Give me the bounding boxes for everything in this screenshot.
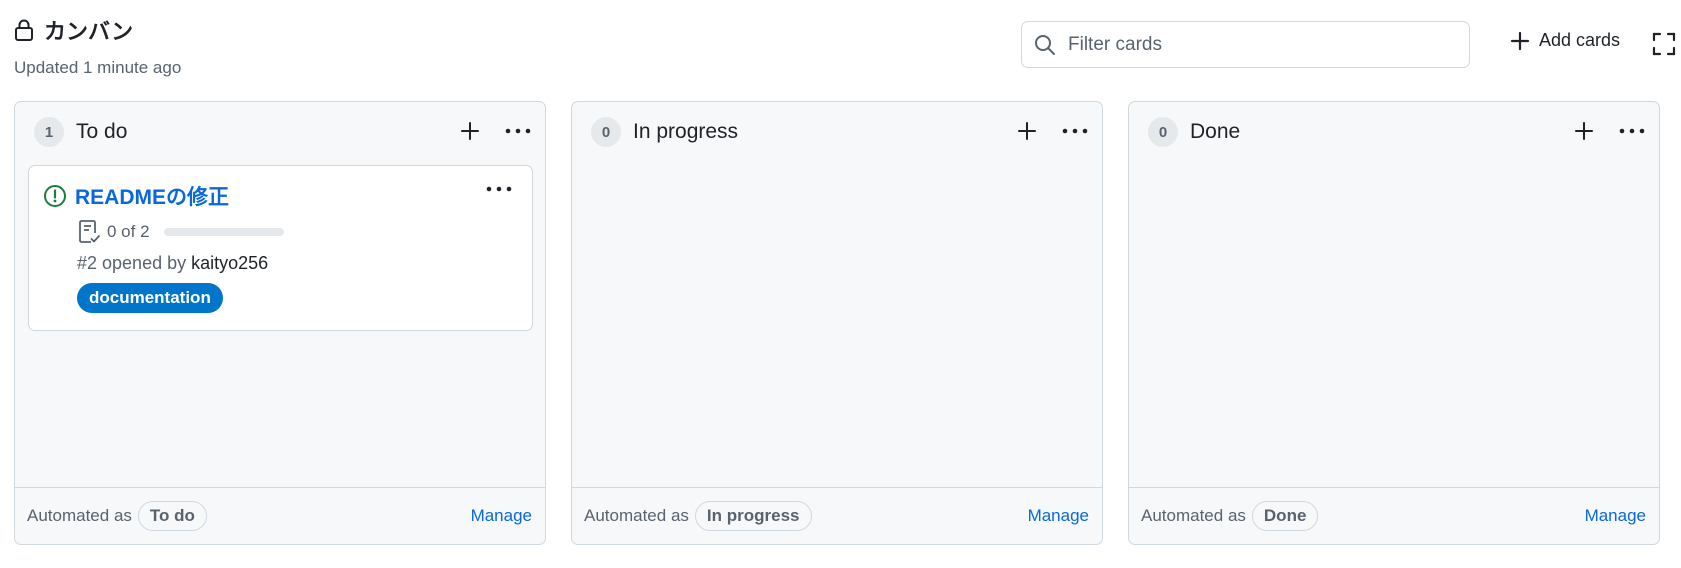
add-cards-label: Add cards bbox=[1539, 30, 1621, 50]
card-author[interactable]: kaityo256 bbox=[191, 253, 268, 273]
column-footer: Automated as To do Manage bbox=[15, 487, 545, 544]
column-name: To do bbox=[76, 120, 128, 143]
card-title-row: READMEの修正 bbox=[43, 181, 229, 211]
plus-icon bbox=[1510, 31, 1530, 51]
automated-text: Automated as bbox=[27, 506, 132, 525]
search-icon bbox=[1034, 34, 1056, 56]
card-menu-button[interactable] bbox=[486, 176, 512, 202]
column-actions bbox=[457, 118, 531, 144]
column-card-count: 0 bbox=[1148, 117, 1178, 147]
add-card-button[interactable] bbox=[1571, 118, 1597, 144]
title-row: カンバン bbox=[14, 14, 181, 46]
column-footer: Automated as In progress Manage bbox=[572, 487, 1102, 544]
column-footer: Automated as Done Manage bbox=[1129, 487, 1659, 544]
issue-card[interactable]: READMEの修正 0 of 2 #2 opened by kaityo256 … bbox=[28, 165, 533, 331]
issue-opened-icon bbox=[43, 184, 67, 208]
manage-link[interactable]: Manage bbox=[1585, 506, 1646, 526]
filter-cards-field[interactable] bbox=[1021, 21, 1470, 68]
filter-cards-input[interactable] bbox=[1068, 33, 1448, 56]
task-count: 0 of 2 bbox=[107, 222, 150, 241]
lock-icon bbox=[14, 19, 34, 41]
add-card-button[interactable] bbox=[1014, 118, 1040, 144]
kebab-horizontal-icon bbox=[505, 128, 531, 134]
plus-icon bbox=[461, 122, 479, 140]
card-meta: #2 opened by kaityo256 bbox=[77, 253, 268, 274]
updated-timestamp: Updated 1 minute ago bbox=[14, 58, 182, 77]
column-menu-button[interactable] bbox=[505, 118, 531, 144]
automated-text: Automated as bbox=[1141, 506, 1246, 525]
plus-icon bbox=[1575, 122, 1593, 140]
kebab-horizontal-icon bbox=[486, 186, 512, 192]
column-in-progress: 0 In progress Automated as In progress M… bbox=[571, 101, 1103, 545]
fullscreen-icon[interactable] bbox=[1652, 32, 1676, 56]
column-name: Done bbox=[1190, 120, 1241, 143]
kebab-horizontal-icon bbox=[1619, 128, 1645, 134]
automated-text: Automated as bbox=[584, 506, 689, 525]
add-card-button[interactable] bbox=[457, 118, 483, 144]
column-menu-button[interactable] bbox=[1062, 118, 1088, 144]
column-actions bbox=[1571, 118, 1645, 144]
column-todo: 1 To do READMEの修正 0 of 2 #2 opened by ka… bbox=[14, 101, 546, 545]
column-name: In progress bbox=[633, 120, 739, 143]
tasklist-icon bbox=[77, 219, 101, 245]
manage-link[interactable]: Manage bbox=[1028, 506, 1089, 526]
column-actions bbox=[1014, 118, 1088, 144]
board-title: カンバン bbox=[44, 19, 134, 44]
add-cards-button[interactable]: Add cards bbox=[1510, 30, 1620, 51]
card-meta-prefix: #2 opened by bbox=[77, 253, 192, 273]
column-card-count: 0 bbox=[591, 117, 621, 147]
automation-badge: In progress bbox=[694, 501, 812, 531]
automation-badge: To do bbox=[137, 501, 207, 531]
column-card-count: 1 bbox=[34, 117, 64, 147]
board-columns: 1 To do READMEの修正 0 of 2 #2 opened by ka… bbox=[14, 101, 1660, 545]
label-documentation[interactable]: documentation bbox=[77, 283, 223, 313]
plus-icon bbox=[1018, 122, 1036, 140]
task-progress: 0 of 2 bbox=[77, 219, 284, 245]
manage-link[interactable]: Manage bbox=[471, 506, 532, 526]
column-done: 0 Done Automated as Done Manage bbox=[1128, 101, 1660, 545]
column-menu-button[interactable] bbox=[1619, 118, 1645, 144]
automation-badge: Done bbox=[1251, 501, 1319, 531]
board-header: カンバン Updated 1 minute ago bbox=[14, 14, 181, 78]
task-progress-bar bbox=[163, 228, 284, 236]
card-title-link[interactable]: READMEの修正 bbox=[75, 181, 229, 211]
kebab-horizontal-icon bbox=[1062, 128, 1088, 134]
